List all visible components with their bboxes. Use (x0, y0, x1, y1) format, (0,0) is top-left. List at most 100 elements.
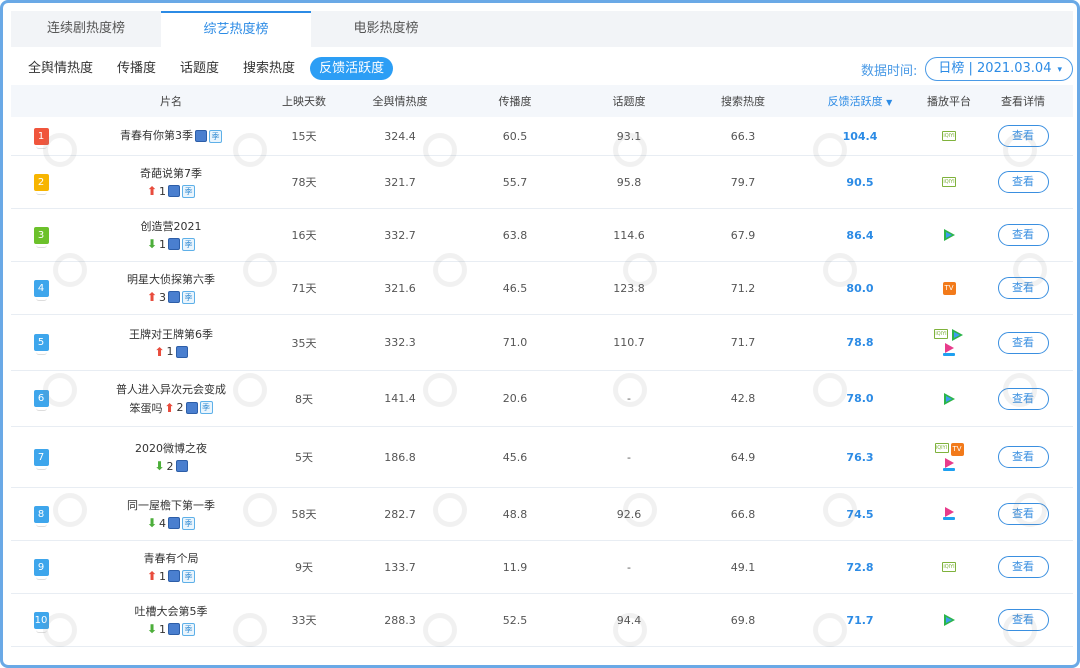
caret-down-icon: ▾ (1057, 65, 1062, 75)
overall-cell: 141.4 (384, 392, 416, 405)
arrow-up-icon: ⬆ (154, 344, 165, 359)
feedback-cell: 78.8 (846, 336, 874, 349)
subtab-spread[interactable]: 传播度 (108, 57, 165, 80)
show-title[interactable]: 创造营2021 (71, 219, 271, 235)
name-cell: 同一屋檐下第一季 ⬇ 4 季 (71, 498, 271, 530)
date-dropdown[interactable]: 日榜 | 2021.03.04 ▾ (925, 57, 1073, 81)
show-title[interactable]: 同一屋檐下第一季 (71, 498, 271, 514)
rank-cell: 7 (11, 448, 71, 470)
arrow-down-icon: ⬇ (146, 237, 158, 251)
search-cell: 67.9 (730, 228, 756, 242)
date-selector: 数据时间: 日榜 | 2021.03.04 ▾ (861, 57, 1073, 81)
tab-variety[interactable]: 综艺热度榜 (161, 11, 311, 47)
show-title[interactable]: 吐槽大会第5季 (71, 604, 271, 620)
spread-cell: 11.9 (502, 560, 528, 574)
arrow-up-icon: ⬆ (146, 569, 158, 583)
search-cell: 49.1 (730, 560, 756, 574)
header-name: 片名 (160, 95, 182, 108)
view-details-button[interactable]: 查看 (997, 125, 1049, 147)
subtab-feedback[interactable]: 反馈活跃度 (310, 57, 394, 80)
overall-cell: 321.6 (384, 281, 416, 295)
trend-count: 1 (159, 184, 167, 198)
date-label: 数据时间: (861, 63, 918, 79)
tencent-video-icon (942, 614, 956, 626)
search-cell: 71.2 (730, 281, 756, 295)
overall-cell: 288.3 (384, 613, 416, 627)
rank-cell: 4 (11, 279, 71, 301)
feedback-cell: 74.5 (846, 507, 874, 521)
subtab-search-heat[interactable]: 搜索热度 (234, 57, 304, 80)
days-cell: 58天 (291, 508, 317, 521)
trend-count: 3 (159, 290, 167, 304)
rank-badge: 2 (33, 173, 49, 195)
variety-tag-icon (185, 401, 198, 414)
sort-desc-icon: ▼ (886, 98, 893, 107)
subtab-overall-heat[interactable]: 全舆情热度 (19, 57, 102, 80)
view-details-button[interactable]: 查看 (997, 387, 1049, 410)
rank-cell: 3 (11, 226, 71, 248)
rank-cell: 8 (11, 505, 71, 527)
arrow-down-icon: ⬇ (146, 516, 158, 530)
season-tag-icon: 季 (182, 516, 196, 530)
topic-cell: - (627, 450, 631, 464)
feedback-cell: 78.0 (846, 392, 874, 405)
feedback-cell: 90.5 (846, 175, 874, 189)
season-tag-icon: 季 (182, 184, 196, 198)
trend-count: 2 (166, 459, 174, 473)
show-title[interactable]: 青春有你第3季 (120, 128, 193, 144)
rank-cell: 6 (11, 390, 71, 411)
platform-cell: iQIYI (925, 131, 973, 141)
name-cell: 2020微博之夜 ⬇ 2 (71, 441, 271, 473)
rank-badge: 4 (33, 279, 49, 301)
spread-cell: 55.7 (502, 175, 528, 189)
show-title[interactable]: 普人进入异次元会变成 (71, 382, 271, 398)
tab-drama[interactable]: 连续剧热度榜 (11, 11, 161, 47)
variety-tag-icon (168, 185, 181, 197)
view-details-button[interactable]: 查看 (997, 609, 1049, 631)
overall-cell: 324.4 (384, 129, 416, 143)
variety-tag-icon (175, 345, 188, 358)
rank-badge: 5 (33, 334, 49, 355)
view-cell: 查看 (973, 609, 1073, 631)
platform-cell: iQIYI TV (925, 442, 973, 472)
show-title[interactable]: 王牌对王牌第6季 (71, 327, 271, 343)
show-title[interactable]: 明星大侦探第六季 (71, 272, 271, 288)
view-details-button[interactable]: 查看 (997, 556, 1049, 578)
show-title-cont[interactable]: 笨蛋吗 (129, 400, 162, 416)
view-details-button[interactable]: 查看 (997, 331, 1049, 354)
subtab-topic[interactable]: 话题度 (171, 57, 228, 80)
view-details-button[interactable]: 查看 (997, 277, 1049, 299)
spread-cell: 71.0 (502, 336, 528, 349)
topic-cell: 94.4 (616, 613, 642, 627)
arrow-down-icon: ⬇ (146, 622, 158, 636)
topic-cell: 114.6 (613, 228, 645, 242)
feedback-cell: 71.7 (846, 613, 874, 627)
header-view: 查看详情 (1001, 95, 1045, 108)
rank-badge: 7 (33, 448, 49, 470)
rank-badge: 6 (33, 390, 49, 411)
table-row: 8 同一屋檐下第一季 ⬇ 4 季 58天 282.7 48.8 92.6 66.8 74.5 查看 (11, 488, 1073, 541)
name-cell: 创造营2021 ⬇ 1 季 (71, 219, 271, 251)
show-title[interactable]: 青春有个局 (71, 551, 271, 567)
tab-movie[interactable]: 电影热度榜 (311, 11, 461, 47)
days-cell: 78天 (291, 176, 317, 189)
header-search: 搜索热度 (721, 95, 765, 108)
platform-cell: iQIYI (925, 328, 973, 357)
topic-cell: 92.6 (616, 507, 642, 521)
view-details-button[interactable]: 查看 (997, 171, 1049, 193)
view-cell: 查看 (973, 387, 1073, 410)
app-frame: 连续剧热度榜 综艺热度榜 电影热度榜 全舆情热度 传播度 话题度 搜索热度 反馈… (0, 0, 1080, 668)
view-details-button[interactable]: 查看 (997, 446, 1049, 468)
show-title[interactable]: 2020微博之夜 (71, 441, 271, 457)
show-title[interactable]: 奇葩说第7季 (71, 166, 271, 182)
youku-icon (942, 457, 956, 472)
search-cell: 66.8 (730, 507, 756, 521)
name-cell: 青春有个局 ⬆ 1 季 (71, 551, 271, 583)
view-details-button[interactable]: 查看 (997, 224, 1049, 246)
view-details-button[interactable]: 查看 (997, 503, 1049, 525)
header-overall: 全舆情热度 (372, 95, 428, 108)
view-cell: 查看 (973, 171, 1073, 193)
rank-cell: 10 (11, 611, 71, 633)
table-body: 1 青春有你第3季季 15天 324.4 60.5 93.1 66.3 104.4 iQIYI 查… (11, 117, 1073, 647)
header-feedback[interactable]: 反馈活跃度 ▼ (795, 93, 925, 109)
